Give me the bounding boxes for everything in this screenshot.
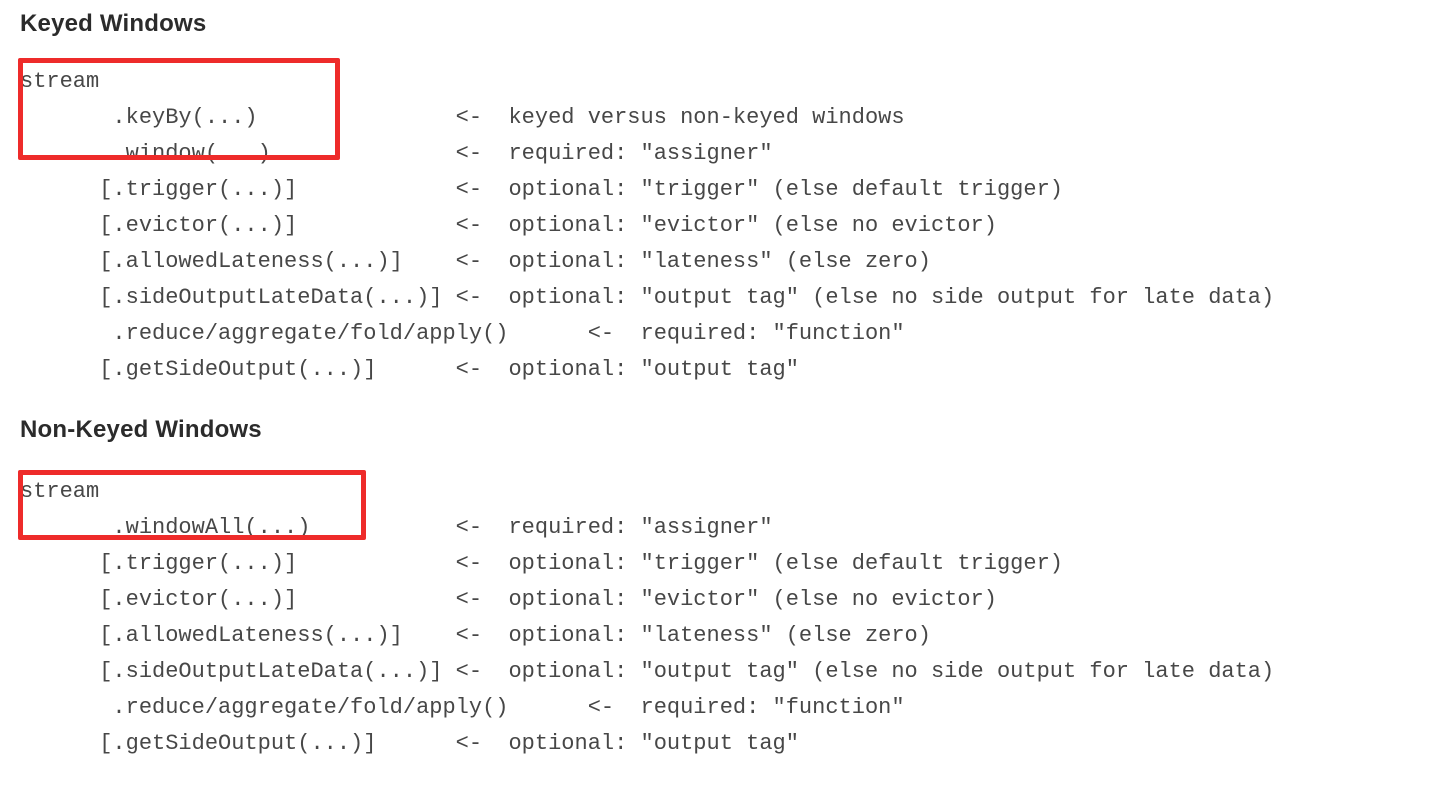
keyed-line-1: .keyBy(...) <- keyed versus non-keyed wi… (20, 105, 905, 130)
nonkeyed-line-6: .reduce/aggregate/fold/apply() <- requir… (20, 695, 905, 720)
nonkeyed-line-1: .windowAll(...) <- required: "assigner" (20, 515, 773, 540)
nonkeyed-line-4: [.allowedLateness(...)] <- optional: "la… (20, 623, 931, 648)
nonkeyed-line-0: stream (20, 479, 99, 504)
nonkeyed-line-7: [.getSideOutput(...)] <- optional: "outp… (20, 731, 799, 756)
nonkeyed-line-2: [.trigger(...)] <- optional: "trigger" (… (20, 551, 1063, 576)
keyed-line-0: stream (20, 69, 99, 94)
keyed-line-8: [.getSideOutput(...)] <- optional: "outp… (20, 357, 799, 382)
heading-non-keyed-windows: Non-Keyed Windows (20, 416, 1428, 444)
nonkeyed-line-3: [.evictor(...)] <- optional: "evictor" (… (20, 587, 997, 612)
code-block-non-keyed: stream .windowAll(...) <- required: "ass… (20, 474, 1428, 762)
keyed-line-3: [.trigger(...)] <- optional: "trigger" (… (20, 177, 1063, 202)
heading-keyed-windows: Keyed Windows (20, 10, 1428, 38)
page-root: Keyed Windows stream .keyBy(...) <- keye… (0, 0, 1438, 802)
keyed-line-5: [.allowedLateness(...)] <- optional: "la… (20, 249, 931, 274)
nonkeyed-line-5: [.sideOutputLateData(...)] <- optional: … (20, 659, 1274, 684)
keyed-line-7: .reduce/aggregate/fold/apply() <- requir… (20, 321, 905, 346)
keyed-line-4: [.evictor(...)] <- optional: "evictor" (… (20, 213, 997, 238)
keyed-line-6: [.sideOutputLateData(...)] <- optional: … (20, 285, 1274, 310)
code-block-keyed: stream .keyBy(...) <- keyed versus non-k… (20, 64, 1428, 388)
keyed-line-2: .window(...) <- required: "assigner" (20, 141, 773, 166)
